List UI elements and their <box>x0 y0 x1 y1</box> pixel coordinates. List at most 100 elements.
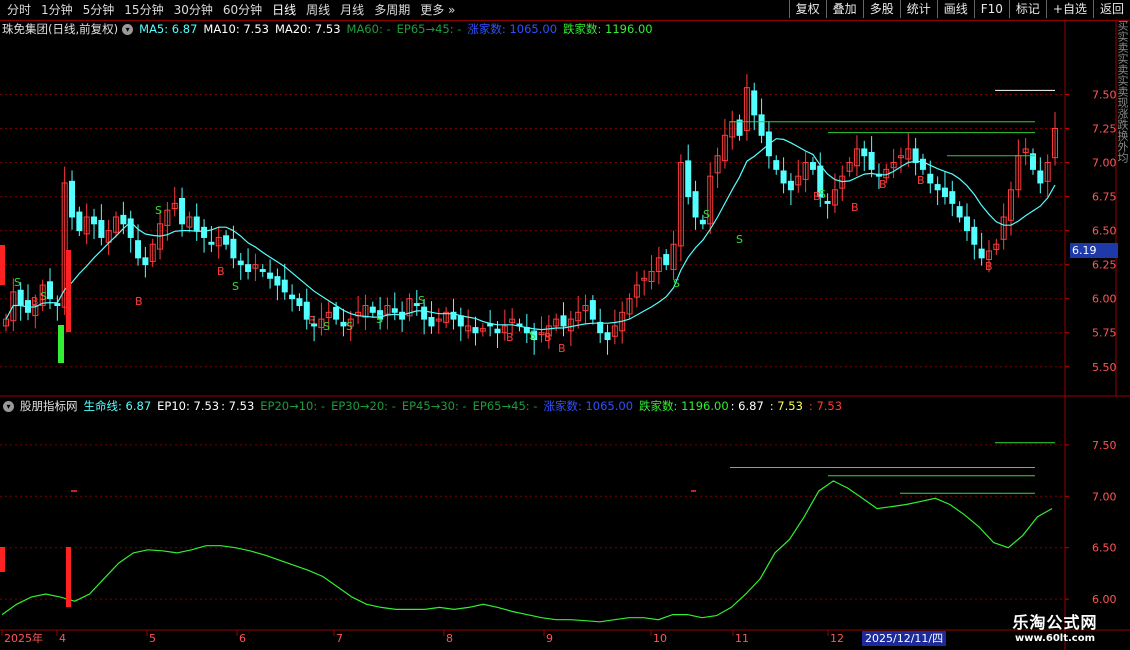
candle-body <box>157 223 164 250</box>
rise-count: 涨家数: 1065.00 <box>543 399 634 413</box>
candle-body <box>582 305 589 312</box>
candle-body <box>890 162 897 169</box>
period-tab[interactable]: 日线 <box>267 2 301 18</box>
candle-body <box>758 114 765 136</box>
period-tab[interactable]: 周线 <box>301 2 335 18</box>
period-tab[interactable]: 60分钟 <box>218 2 267 18</box>
buy-signal: B <box>308 314 316 327</box>
period-tabs: 分时 1分钟 5分钟 15分钟 30分钟 60分钟 日线 周线 月线 多周期 更多 » <box>2 2 460 18</box>
toolbar-button[interactable]: 多股 <box>862 0 900 18</box>
x-tick-label: 5 <box>149 632 156 645</box>
price-crosshair-tag: 6.19 <box>1070 243 1118 258</box>
candle-body <box>531 330 538 341</box>
candle-body <box>54 303 61 306</box>
candle-body <box>846 162 853 172</box>
candle-body <box>670 243 677 271</box>
candle-body <box>61 182 68 308</box>
candle-body <box>399 311 406 320</box>
candle-body <box>553 318 560 327</box>
indicator-value-4: : 7.53 <box>808 399 843 413</box>
buy-signal: B <box>851 201 859 214</box>
candle-body <box>333 306 340 320</box>
candle-body <box>179 197 186 225</box>
candle-body <box>824 200 831 204</box>
candle-body <box>523 327 530 334</box>
x-tick-label: 10 <box>653 632 667 645</box>
candle-body <box>978 248 985 259</box>
candle-body <box>465 325 472 332</box>
candle-body <box>831 189 838 206</box>
candle-body <box>113 216 120 233</box>
ep65-value: EP65→45: - <box>396 22 462 36</box>
sell-signal: S <box>529 329 536 342</box>
period-tab[interactable]: 更多 » <box>415 2 460 18</box>
x-tick-label: 7 <box>336 632 343 645</box>
ep30-value: EP30→20: - <box>331 399 396 413</box>
fall-count: 跌家数: 1196.00 <box>639 399 729 413</box>
site-watermark: 乐淘公式网 www.60lt.com <box>1000 609 1110 644</box>
buy-signal: B <box>135 295 143 308</box>
candle-body <box>912 148 919 164</box>
y-tick-label: 6.00 <box>1092 593 1117 606</box>
toolbar-button[interactable]: 返回 <box>1092 0 1130 18</box>
candle-body <box>428 316 435 327</box>
chevron-down-icon[interactable]: ▾ <box>122 23 134 35</box>
toolbar-button[interactable]: +自选 <box>1045 0 1093 18</box>
y-tick-label: 5.75 <box>1092 327 1117 340</box>
candle-body <box>714 155 721 174</box>
toolbar-button[interactable]: 画线 <box>936 0 974 18</box>
rise-count: 涨家数: 1065.00 <box>467 22 558 36</box>
period-tab[interactable]: 1分钟 <box>36 2 78 18</box>
candle-body <box>289 294 296 300</box>
x-tick-label: 6 <box>239 632 246 645</box>
candle-body <box>311 323 318 327</box>
candle-body <box>648 270 655 283</box>
toolbar-button[interactable]: F10 <box>973 0 1009 18</box>
candle-body <box>685 160 692 198</box>
candle-body <box>457 315 464 327</box>
candle-body <box>817 165 824 198</box>
y-tick-label: 7.00 <box>1092 157 1117 170</box>
ep10-value: EP10: 7.53 <box>157 399 220 413</box>
period-tab[interactable]: 分时 <box>2 2 36 18</box>
candle-body <box>1052 128 1058 159</box>
candle-body <box>787 180 794 191</box>
candle-body <box>743 87 750 131</box>
main-chart-info: 珠免集团(日线,前复权) ▾ MA5: 6.87 MA10: 7.53 MA20… <box>0 20 659 38</box>
period-tab[interactable]: 30分钟 <box>169 2 218 18</box>
signal-bar <box>66 250 71 332</box>
y-tick-label: 5.50 <box>1092 361 1117 374</box>
sell-signal: S <box>673 277 680 290</box>
toolbar-button[interactable]: 叠加 <box>825 0 863 18</box>
period-tab[interactable]: 月线 <box>335 2 369 18</box>
candle-body <box>809 162 816 170</box>
chevron-down-icon[interactable]: ▾ <box>3 400 14 412</box>
ma-line <box>5 138 1056 331</box>
candle-body <box>259 269 266 272</box>
indicator-value-3: : 7.53 <box>769 399 803 413</box>
buy-signal: B <box>217 265 225 278</box>
y-tick-label: 6.25 <box>1092 259 1117 272</box>
candle-body <box>1044 162 1051 182</box>
candle-body <box>303 301 310 320</box>
sell-signal: S <box>323 320 330 333</box>
period-tab[interactable]: 15分钟 <box>119 2 168 18</box>
period-tab[interactable]: 5分钟 <box>78 2 120 18</box>
buy-signal: B <box>544 331 552 344</box>
life-line-value: 生命线: 6.87 <box>83 399 152 413</box>
toolbar-button[interactable]: 统计 <box>899 0 937 18</box>
period-tab[interactable]: 多周期 <box>369 2 415 18</box>
sell-signal: S <box>40 290 47 303</box>
candle-body <box>91 216 98 225</box>
candle-body <box>494 328 501 334</box>
candle-body <box>127 218 134 238</box>
candle-body <box>956 206 963 218</box>
candle-body <box>472 327 479 334</box>
candle-body <box>853 148 860 167</box>
candle-body <box>699 219 706 225</box>
toolbar-button[interactable]: 复权 <box>788 0 826 18</box>
candle-body <box>1007 189 1014 221</box>
toolbar-button[interactable]: 标记 <box>1008 0 1046 18</box>
buy-signal: B <box>31 295 39 308</box>
y-tick-label: 6.50 <box>1092 542 1117 555</box>
